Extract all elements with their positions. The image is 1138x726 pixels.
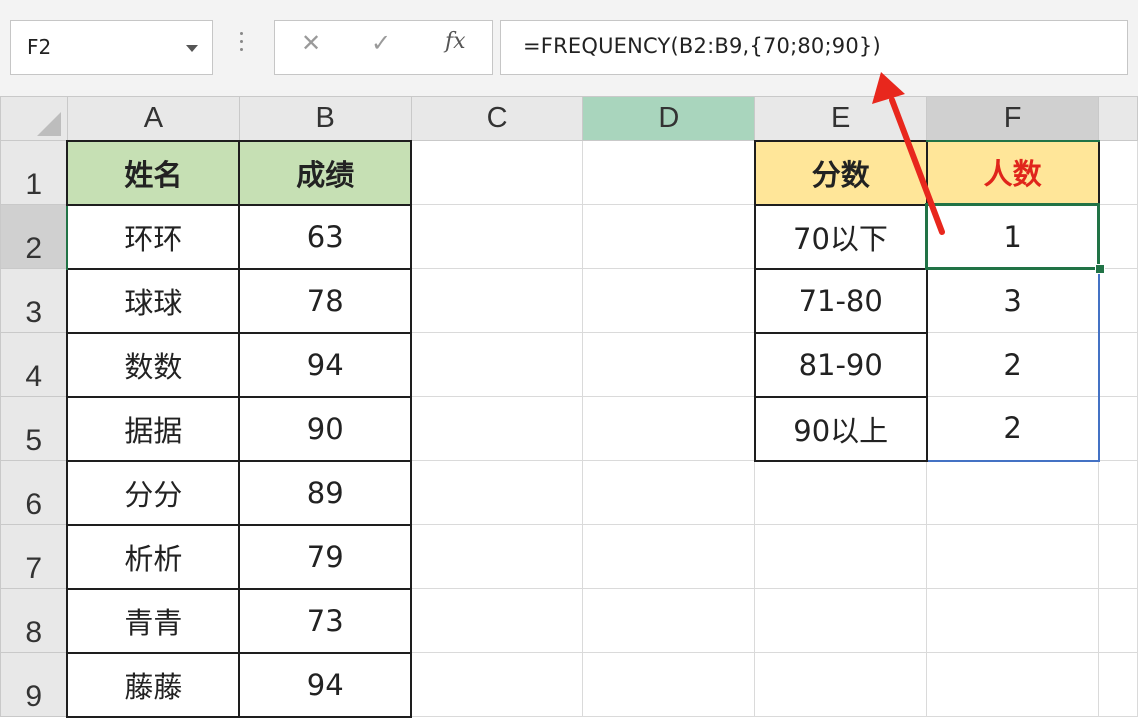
cell[interactable] [582,268,756,333]
cell[interactable] [754,588,928,653]
header-name-cell[interactable]: 姓名 [66,139,241,206]
name-cell[interactable]: 藤藤 [66,651,241,718]
formula-buttons: ✕ ✓ fx [274,20,493,75]
cell[interactable] [410,588,584,653]
name-box[interactable]: F2 [10,20,213,75]
score-cell[interactable]: 78 [238,267,413,334]
cell[interactable] [582,332,756,397]
header-score-cell[interactable]: 成绩 [238,139,413,206]
cell[interactable] [410,268,584,333]
column-header-c[interactable]: C [410,96,584,141]
cell[interactable] [410,524,584,589]
cell[interactable] [1098,652,1138,717]
name-box-value: F2 [27,35,52,59]
more-dots-icon[interactable] [240,32,244,58]
score-cell[interactable]: 63 [238,203,413,270]
score-cell[interactable]: 94 [238,331,413,398]
column-header-a[interactable]: A [66,96,240,141]
cell[interactable] [410,460,584,525]
cell[interactable] [1098,588,1138,653]
fill-handle[interactable] [1095,264,1105,274]
cell[interactable] [582,140,756,205]
cell[interactable] [1098,524,1138,589]
count-cell-selected[interactable]: 1 [925,203,1101,270]
cancel-icon[interactable]: ✕ [301,29,321,57]
cell[interactable] [1098,396,1138,461]
select-all-triangle-icon [36,112,61,136]
name-cell[interactable]: 析析 [66,523,241,590]
cell[interactable] [1098,204,1138,269]
score-cell[interactable]: 89 [238,459,413,526]
cell[interactable] [754,460,928,525]
spreadsheet-grid: A B C D E F 1 姓名 成绩 分数 人数 2 环环 63 70以下 1… [0,96,1138,718]
cell[interactable] [1098,460,1138,525]
name-cell[interactable]: 环环 [66,203,241,270]
row-header-2[interactable]: 2 [0,204,69,269]
cell[interactable] [926,524,1100,589]
cell[interactable] [410,204,584,269]
score-cell[interactable]: 79 [238,523,413,590]
row-header-4[interactable]: 4 [0,332,68,397]
cell[interactable] [754,524,928,589]
cell[interactable] [582,204,756,269]
cell[interactable] [582,524,756,589]
row-header-1[interactable]: 1 [0,140,68,205]
cell[interactable] [410,652,584,717]
name-cell[interactable]: 青青 [66,587,241,654]
column-header-b[interactable]: B [238,96,412,141]
cell[interactable] [926,652,1100,717]
cell[interactable] [582,588,756,653]
row-header-5[interactable]: 5 [0,396,68,461]
row-header-8[interactable]: 8 [0,588,68,653]
name-cell[interactable]: 据据 [66,395,241,462]
cell[interactable] [410,332,584,397]
cell[interactable] [754,652,928,717]
count-cell[interactable]: 2 [925,332,1100,397]
cell[interactable] [582,460,756,525]
chevron-down-icon[interactable] [186,45,198,52]
score-cell[interactable]: 73 [238,587,413,654]
range-cell[interactable]: 70以下 [753,203,928,270]
cell[interactable] [1098,140,1138,205]
count-cell[interactable]: 2 [925,396,1100,462]
formula-text: =FREQUENCY(B2:B9,{70;80;90}) [523,34,881,58]
row-header-9[interactable]: 9 [0,652,68,717]
score-cell[interactable]: 90 [238,395,413,462]
column-header-f[interactable]: F [926,96,1100,142]
formula-bar-area: F2 ✕ ✓ fx =FREQUENCY(B2:B9,{70;80;90}) [0,0,1138,96]
fx-icon[interactable]: fx [445,29,466,54]
cell[interactable] [582,396,756,461]
select-all-corner[interactable] [0,96,68,141]
cell[interactable] [926,588,1100,653]
name-cell[interactable]: 分分 [66,459,241,526]
cell[interactable] [1098,268,1138,333]
column-header-g[interactable] [1098,96,1138,141]
row-header-6[interactable]: 6 [0,460,68,525]
name-cell[interactable]: 数数 [66,331,241,398]
count-cell[interactable]: 3 [925,268,1100,333]
score-cell[interactable]: 94 [238,651,413,718]
header-count-cell[interactable]: 人数 [925,139,1100,206]
column-header-e[interactable]: E [754,96,928,141]
enter-icon[interactable]: ✓ [371,29,391,57]
header-range-cell[interactable]: 分数 [753,139,928,206]
cell[interactable] [410,396,584,461]
cell[interactable] [410,140,584,205]
name-cell[interactable]: 球球 [66,267,241,334]
column-header-d[interactable]: D [582,96,756,141]
row-header-7[interactable]: 7 [0,524,68,589]
cell[interactable] [1098,332,1138,397]
range-cell[interactable]: 90以上 [753,395,928,462]
range-cell[interactable]: 81-90 [753,331,928,398]
range-cell[interactable]: 71-80 [753,267,928,334]
row-header-3[interactable]: 3 [0,268,68,333]
formula-input[interactable]: =FREQUENCY(B2:B9,{70;80;90}) [500,20,1128,75]
cell[interactable] [926,460,1100,525]
cell[interactable] [582,652,756,717]
